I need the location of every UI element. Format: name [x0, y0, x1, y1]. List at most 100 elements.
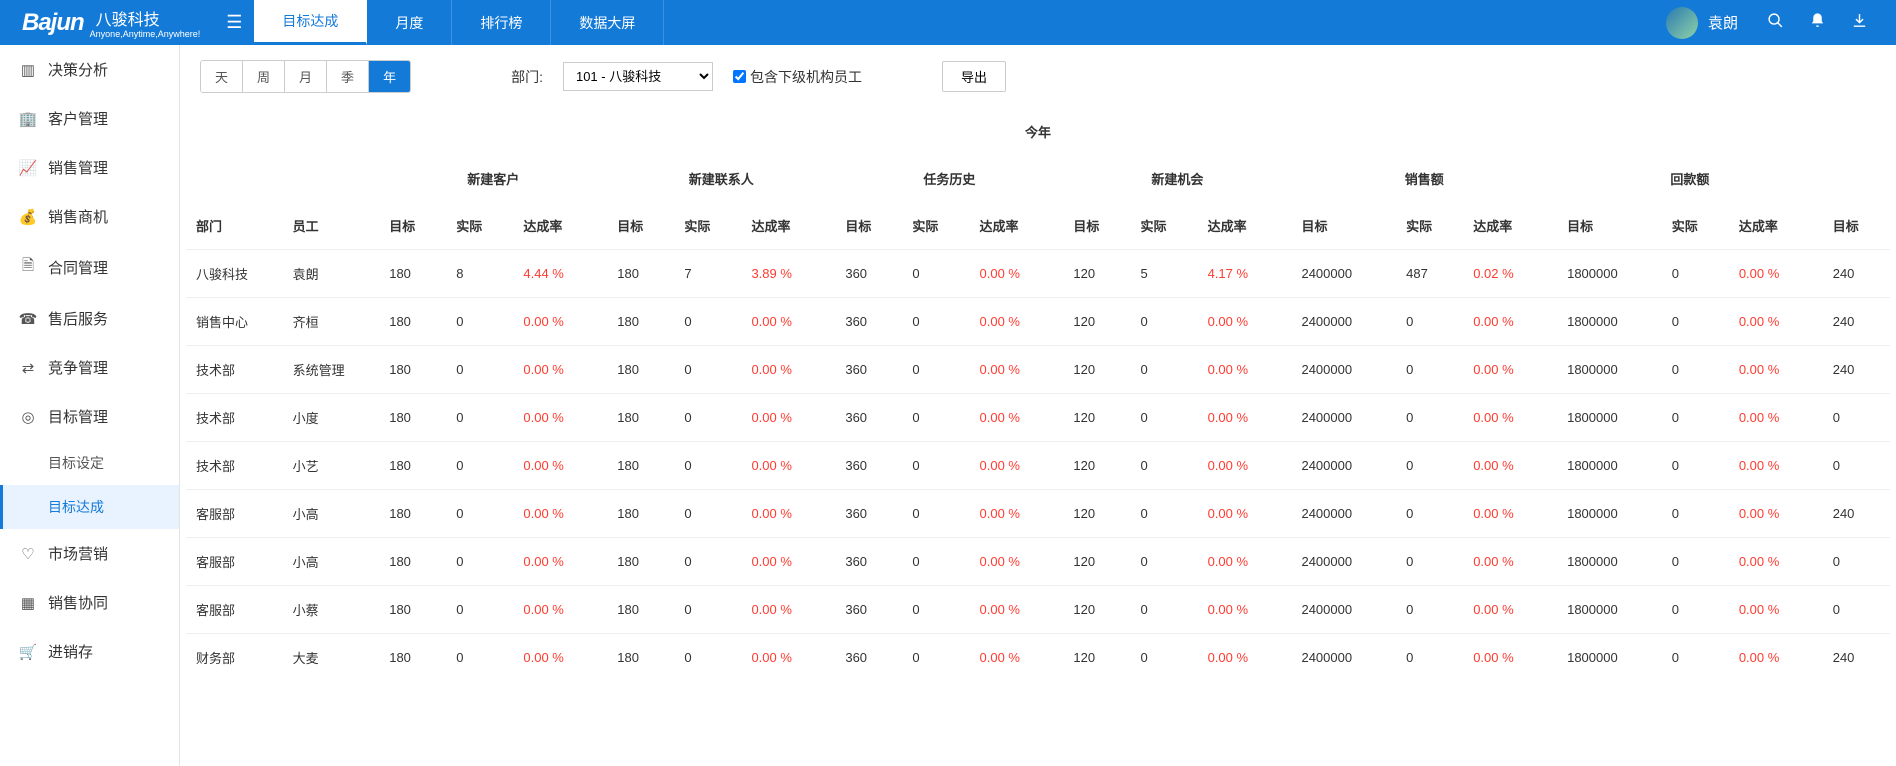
sidebar-item-8[interactable]: ♡市场营销: [0, 529, 179, 578]
segment-月[interactable]: 月: [285, 61, 327, 92]
avatar[interactable]: [1666, 7, 1698, 39]
bell-icon[interactable]: [1806, 12, 1828, 34]
sidebar-item-9[interactable]: ▦销售协同: [0, 578, 179, 627]
dept-select[interactable]: 101 - 八骏科技: [563, 62, 713, 91]
service-icon: ☎: [18, 310, 38, 328]
grid-icon: ▦: [18, 594, 38, 612]
col-header: 部门: [186, 202, 283, 250]
sidebar-item-6[interactable]: ⇄竞争管理: [0, 343, 179, 392]
segment-季[interactable]: 季: [327, 61, 369, 92]
top-tabs: 目标达成月度排行榜数据大屏: [254, 0, 664, 45]
sidebar-item-3[interactable]: 💰销售商机: [0, 192, 179, 241]
cell-target: 120: [1063, 490, 1130, 538]
top-tab-1[interactable]: 月度: [367, 0, 452, 45]
cell-target: 2400000: [1291, 298, 1396, 346]
include-sub-wrap[interactable]: 包含下级机构员工: [733, 67, 862, 87]
cell-actual: 0: [446, 442, 513, 490]
cell-rate: 0.00 %: [741, 634, 835, 682]
col-header: 目标: [1557, 202, 1662, 250]
brand-logo: Bajun 八骏科技 Anyone,Anytime,Anywhere!: [0, 6, 214, 39]
cell-dept: 客服部: [186, 490, 283, 538]
cell-target: 2400000: [1291, 394, 1396, 442]
sidebar-item-10[interactable]: 🛒进销存: [0, 627, 179, 676]
top-tab-2[interactable]: 排行榜: [452, 0, 551, 45]
cell-actual: 0: [446, 634, 513, 682]
table-row[interactable]: 客服部小高18000.00 %18000.00 %36000.00 %12000…: [186, 538, 1890, 586]
cell-target: 120: [1063, 298, 1130, 346]
cell-actual: 0: [446, 394, 513, 442]
cell-actual: 0: [1396, 490, 1463, 538]
user-name[interactable]: 袁朗: [1708, 12, 1738, 33]
sidebar-item-7[interactable]: ◎目标管理: [0, 392, 179, 441]
table-wrap[interactable]: 今年新建客户新建联系人任务历史新建机会销售额回款额部门员工目标实际达成率目标实际…: [180, 108, 1896, 701]
cell-rate: 0.00 %: [1463, 346, 1557, 394]
cell-rate: 4.44 %: [513, 250, 607, 298]
cell-actual: 0: [446, 346, 513, 394]
cell-target: 180: [379, 586, 446, 634]
sidebar-item-label: 客户管理: [48, 108, 108, 129]
menu-toggle-icon[interactable]: ☰: [214, 12, 254, 33]
sidebar-item-2[interactable]: 📈销售管理: [0, 143, 179, 192]
cell-rate: 0.00 %: [513, 538, 607, 586]
cell-actual: 0: [1130, 394, 1197, 442]
sidebar-item-1[interactable]: 🏢客户管理: [0, 94, 179, 143]
top-tab-3[interactable]: 数据大屏: [551, 0, 664, 45]
cell-emp: 小蔡: [283, 586, 380, 634]
table-row[interactable]: 八骏科技袁朗18084.44 %18073.89 %36000.00 %1205…: [186, 250, 1890, 298]
table-row[interactable]: 客服部小高18000.00 %18000.00 %36000.00 %12000…: [186, 490, 1890, 538]
cell-actual: 0: [446, 586, 513, 634]
segment-周[interactable]: 周: [243, 61, 285, 92]
table-row[interactable]: 技术部小度18000.00 %18000.00 %36000.00 %12000…: [186, 394, 1890, 442]
cell-actual: 0: [674, 394, 741, 442]
segment-天[interactable]: 天: [201, 61, 243, 92]
cell-rate: 0.00 %: [970, 442, 1064, 490]
export-button[interactable]: 导出: [942, 61, 1006, 92]
sidebar-item-0[interactable]: ▥决策分析: [0, 45, 179, 94]
col-header: 实际: [1130, 202, 1197, 250]
cell-target: 180: [379, 490, 446, 538]
share-icon: ⇄: [18, 359, 38, 377]
table-row[interactable]: 技术部小艺18000.00 %18000.00 %36000.00 %12000…: [186, 442, 1890, 490]
cell-rate: 0.00 %: [1729, 586, 1823, 634]
cell-emp: 齐桓: [283, 298, 380, 346]
sidebar: ▥决策分析🏢客户管理📈销售管理💰销售商机🗎合同管理 ☎ 售后服务 ⇄竞争管理◎目标管理…: [0, 45, 180, 766]
sidebar-item-label: 售后服务: [48, 308, 108, 329]
cell-rate: 0.00 %: [741, 586, 835, 634]
cell-rate: 0.00 %: [1198, 538, 1292, 586]
cell-target: 180: [379, 634, 446, 682]
include-sub-checkbox[interactable]: [733, 70, 746, 83]
table-row[interactable]: 客服部小蔡18000.00 %18000.00 %36000.00 %12000…: [186, 586, 1890, 634]
cell-rate: 0.00 %: [1729, 346, 1823, 394]
cell-actual: 0: [674, 298, 741, 346]
cell-rate: 0.00 %: [1463, 634, 1557, 682]
cell-actual: 0: [902, 394, 969, 442]
cell-rate: 0.00 %: [741, 298, 835, 346]
table-row[interactable]: 技术部系统管理18000.00 %18000.00 %36000.00 %120…: [186, 346, 1890, 394]
cell-actual: 0: [1396, 538, 1463, 586]
col-header: 达成率: [513, 202, 607, 250]
sidebar-item-4[interactable]: 🗎合同管理: [0, 241, 179, 294]
col-header: 目标: [835, 202, 902, 250]
search-icon[interactable]: [1764, 12, 1786, 34]
cell-rate: 0.00 %: [1198, 586, 1292, 634]
download-icon[interactable]: [1848, 12, 1870, 34]
sidebar-subitem-7-0[interactable]: 目标设定: [0, 441, 179, 485]
sidebar-item-5[interactable]: ☎ 售后服务: [0, 294, 179, 343]
cell-target: 180: [607, 490, 674, 538]
top-tab-0[interactable]: 目标达成: [254, 0, 367, 45]
cell-rate: 0.00 %: [1729, 538, 1823, 586]
cell-rate: 0.00 %: [1198, 490, 1292, 538]
table-row[interactable]: 财务部大麦18000.00 %18000.00 %36000.00 %12000…: [186, 634, 1890, 682]
cell-target: 2400000: [1291, 250, 1396, 298]
achievement-table: 今年新建客户新建联系人任务历史新建机会销售额回款额部门员工目标实际达成率目标实际…: [186, 108, 1890, 681]
table-row[interactable]: 销售中心齐桓18000.00 %18000.00 %36000.00 %1200…: [186, 298, 1890, 346]
cell-dept: 八骏科技: [186, 250, 283, 298]
cell-rate: 0.00 %: [1463, 490, 1557, 538]
top-bar: Bajun 八骏科技 Anyone,Anytime,Anywhere! ☰ 目标…: [0, 0, 1896, 45]
cell-target: 1800000: [1557, 394, 1662, 442]
segment-年[interactable]: 年: [369, 61, 410, 92]
cell-rate: 0.00 %: [1729, 298, 1823, 346]
cell-actual: 0: [1130, 346, 1197, 394]
cell-target: 120: [1063, 346, 1130, 394]
sidebar-subitem-7-1[interactable]: 目标达成: [0, 485, 179, 529]
